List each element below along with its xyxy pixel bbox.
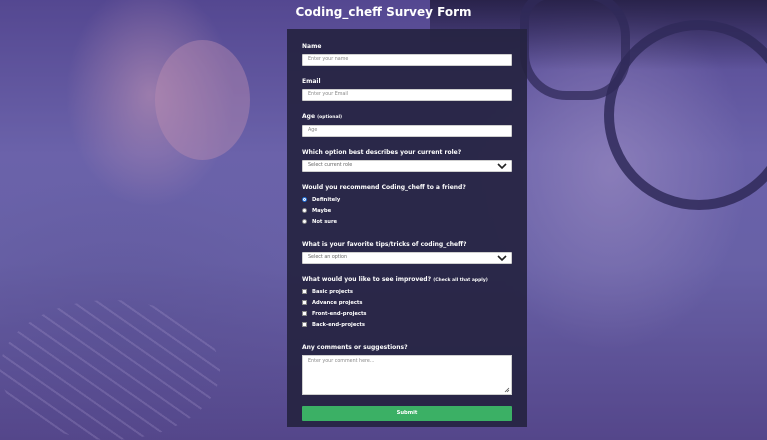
recommend-option-definitely[interactable]: Definitely	[302, 194, 512, 205]
page-title: Coding_cheff Survey Form	[295, 5, 472, 19]
improve-option-frontend[interactable]: Front-end-projects	[302, 308, 512, 319]
role-group: Which option best describes your current…	[302, 149, 512, 172]
checkbox-back-end-projects[interactable]	[302, 322, 307, 327]
radio-definitely[interactable]	[302, 197, 307, 202]
checkbox-front-end-projects[interactable]	[302, 311, 307, 316]
resize-handle-icon[interactable]	[504, 387, 510, 393]
improve-label: What would you like to see improved? (Ch…	[302, 276, 512, 285]
email-label: Email	[302, 78, 321, 85]
age-optional-text: (optional)	[317, 115, 343, 120]
recommend-group: Would you recommend Coding_cheff to a fr…	[302, 184, 512, 227]
improve-option-basic[interactable]: Basic projects	[302, 286, 512, 297]
role-select[interactable]: Select current role	[302, 160, 512, 172]
checkbox-label-advance: Advance projects	[312, 299, 363, 306]
comments-placeholder: Enter your comment here...	[308, 359, 375, 364]
checkbox-label-frontend: Front-end-projects	[312, 310, 367, 317]
comments-textarea[interactable]: Enter your comment here...	[302, 355, 512, 395]
recommend-option-not-sure[interactable]: Not sure	[302, 216, 512, 227]
checkbox-advance-projects[interactable]	[302, 300, 307, 305]
improve-option-backend[interactable]: Back-end-projects	[302, 319, 512, 330]
age-label-text: Age	[302, 113, 316, 120]
tips-label: What is your favorite tips/tricks of cod…	[302, 241, 467, 248]
role-select-value: Select current role	[308, 163, 353, 168]
comments-group: Any comments or suggestions? Enter your …	[302, 344, 512, 395]
name-label: Name	[302, 43, 322, 50]
chevron-down-icon	[497, 163, 507, 170]
radio-not-sure[interactable]	[302, 219, 307, 224]
tips-select-value: Select an option	[308, 255, 347, 260]
chevron-down-icon	[497, 255, 507, 262]
name-input[interactable]: Enter your name	[302, 54, 512, 66]
radio-label-not-sure: Not sure	[312, 218, 338, 225]
recommend-label: Would you recommend Coding_cheff to a fr…	[302, 184, 466, 191]
improve-hint-text: (Check all that apply)	[433, 278, 488, 283]
tips-select[interactable]: Select an option	[302, 252, 512, 264]
comments-label: Any comments or suggestions?	[302, 344, 408, 351]
radio-label-definitely: Definitely	[312, 196, 341, 203]
radio-label-maybe: Maybe	[312, 207, 332, 214]
checkbox-basic-projects[interactable]	[302, 289, 307, 294]
age-input[interactable]: Age	[302, 125, 512, 137]
improve-group: What would you like to see improved? (Ch…	[302, 276, 512, 330]
checkbox-label-backend: Back-end-projects	[312, 321, 365, 328]
improve-label-text: What would you like to see improved?	[302, 276, 432, 283]
checkbox-label-basic: Basic projects	[312, 288, 353, 295]
name-group: Name Enter your name	[302, 43, 512, 66]
age-group: Age (optional) Age	[302, 113, 512, 137]
email-input[interactable]: Enter your Email	[302, 89, 512, 101]
recommend-option-maybe[interactable]: Maybe	[302, 205, 512, 216]
role-label: Which option best describes your current…	[302, 149, 462, 156]
radio-maybe[interactable]	[302, 208, 307, 213]
email-group: Email Enter your Email	[302, 78, 512, 101]
improve-option-advance[interactable]: Advance projects	[302, 297, 512, 308]
age-label: Age (optional)	[302, 113, 512, 122]
survey-form: Name Enter your name Email Enter your Em…	[287, 29, 527, 427]
tips-group: What is your favorite tips/tricks of cod…	[302, 241, 512, 264]
submit-button[interactable]: Submit	[302, 406, 512, 421]
